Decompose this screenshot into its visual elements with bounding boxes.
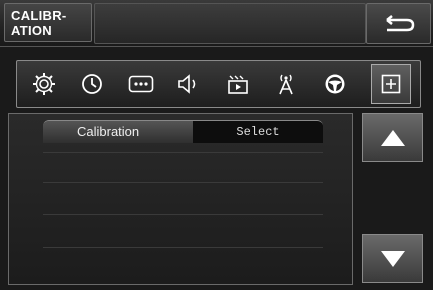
down-triangle-icon [380,250,405,267]
page-title-line1: CALIBR- [11,8,67,23]
settings-category-bar [16,60,421,108]
dots-icon [128,75,154,93]
settings-list-panel: Calibration Select [8,113,353,285]
audio-button[interactable] [167,61,211,107]
clock-icon [82,74,102,94]
clock-button[interactable] [70,61,114,107]
dots-button[interactable] [119,61,163,107]
scroll-down-button[interactable] [362,234,423,283]
steering-wheel-button[interactable] [313,61,357,107]
video-button[interactable] [216,61,260,107]
plus-button[interactable] [371,64,411,104]
top-bar: CALIBR- ATION [0,0,433,47]
row-value[interactable]: Select [193,121,323,143]
speaker-icon [178,74,196,94]
list-item[interactable]: Calibration Select [43,120,323,143]
antenna-icon [279,74,293,95]
page-title: CALIBR- ATION [4,3,92,42]
plus-icon [381,74,401,94]
up-triangle-icon [380,129,405,146]
row-divider [43,182,323,183]
settings-gear-button[interactable] [22,61,66,107]
page-title-line2: ATION [11,23,52,38]
row-divider [43,152,323,153]
back-arrow-icon [385,14,414,31]
back-button[interactable] [366,3,431,44]
settings-gear-icon [33,73,55,95]
row-divider [43,247,323,248]
row-divider [43,214,323,215]
scroll-up-button[interactable] [362,113,423,162]
video-icon [228,75,248,94]
antenna-button[interactable] [264,61,308,107]
steering-wheel-icon [325,74,345,94]
row-label: Calibration [43,121,193,143]
title-spacer [94,3,366,44]
